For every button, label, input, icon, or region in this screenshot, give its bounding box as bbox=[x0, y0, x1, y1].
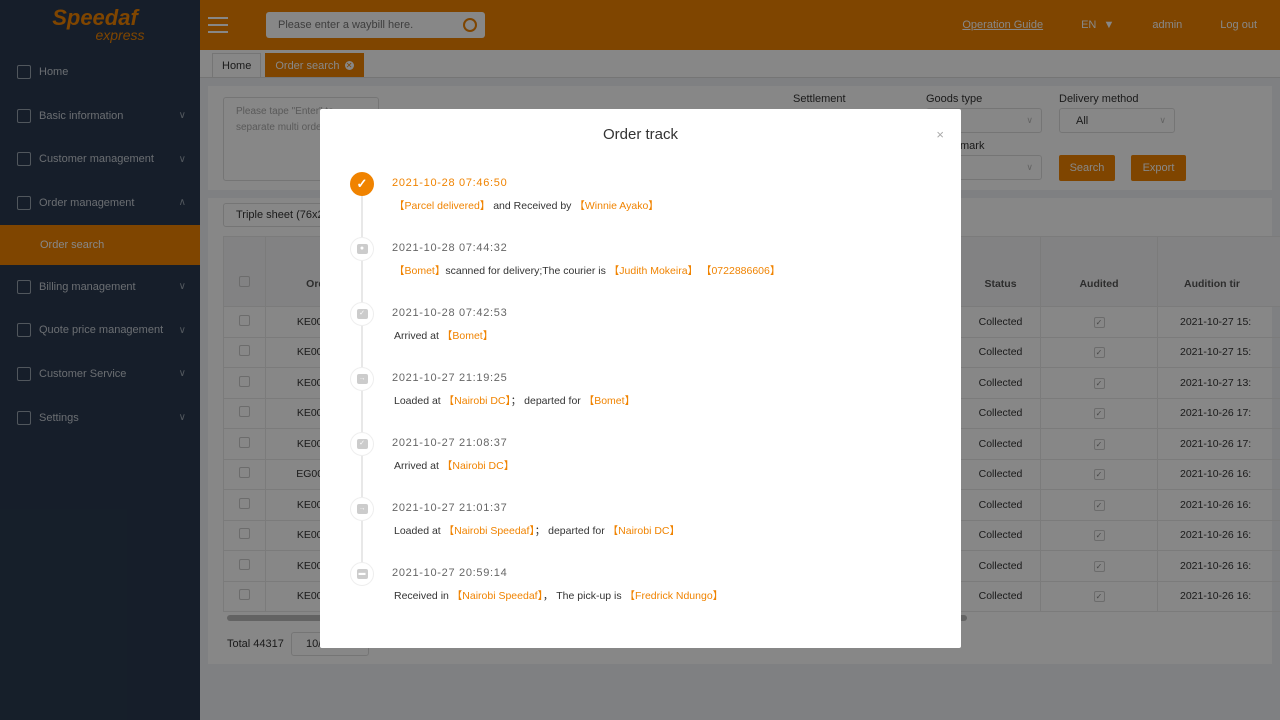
event-text: Received in bbox=[394, 590, 452, 602]
highlight-text: 【Parcel delivered】 bbox=[394, 200, 491, 212]
highlight-text: 【Nairobi DC】 bbox=[443, 395, 511, 407]
event-time: 2021-10-28 07:44:32 bbox=[392, 242, 508, 254]
check-icon: ✓ bbox=[350, 172, 374, 196]
event-time: 2021-10-27 21:19:25 bbox=[392, 372, 508, 384]
arrive-icon: ✓ bbox=[350, 302, 374, 326]
track-event: ▬ 2021-10-27 20:59:14 Received in 【Nairobi… bbox=[320, 562, 961, 627]
highlight-text: 【0722886606】 bbox=[700, 265, 781, 277]
highlight-text: 【Judith Mokeira】 bbox=[608, 265, 699, 277]
event-time: 2021-10-27 21:01:37 bbox=[392, 502, 508, 514]
truck-icon: ▬ bbox=[350, 562, 374, 586]
event-time: 2021-10-27 20:59:14 bbox=[392, 567, 508, 579]
event-description: 【Bomet】scanned for delivery;The courier … bbox=[394, 263, 780, 278]
track-event: → 2021-10-27 21:01:37 Loaded at 【Nairobi S… bbox=[320, 497, 961, 562]
event-text: Arrived at bbox=[394, 330, 442, 342]
event-time: 2021-10-28 07:46:50 bbox=[392, 177, 508, 189]
event-text: Loaded at bbox=[394, 395, 444, 407]
track-event: → 2021-10-27 21:19:25 Loaded at 【Nairobi D… bbox=[320, 367, 961, 432]
event-description: Loaded at 【Nairobi Speedaf】； departed fo… bbox=[394, 523, 680, 538]
track-event: ● 2021-10-28 07:44:32 【Bomet】scanned for d… bbox=[320, 237, 961, 302]
event-description: Received in 【Nairobi Speedaf】， The pick-… bbox=[394, 588, 723, 603]
event-text: ； departed for bbox=[510, 395, 584, 407]
event-time: 2021-10-27 21:08:37 bbox=[392, 437, 508, 449]
track-event: ✓ 2021-10-28 07:42:53 Arrived at 【Bomet】 bbox=[320, 302, 961, 367]
highlight-text: 【Nairobi Speedaf】 bbox=[443, 525, 535, 537]
close-icon[interactable]: × bbox=[936, 127, 944, 142]
highlight-text: 【Bomet】 bbox=[394, 265, 446, 277]
order-track-dialog: Order track × ✓ 2021-10-28 07:46:50 【Parce… bbox=[320, 109, 961, 648]
highlight-text: 【Nairobi DC】 bbox=[607, 525, 681, 537]
highlight-text: 【Winnie Ayako】 bbox=[574, 200, 659, 212]
depart-icon: → bbox=[350, 497, 374, 521]
highlight-text: 【Bomet】 bbox=[583, 395, 636, 407]
event-description: Arrived at 【Nairobi DC】 bbox=[394, 458, 514, 473]
event-text: ， The pick-up is bbox=[542, 590, 625, 602]
depart-icon: → bbox=[350, 367, 374, 391]
arrive-icon: ✓ bbox=[350, 432, 374, 456]
dialog-title: Order track bbox=[602, 126, 678, 143]
event-text: ； departed for bbox=[534, 525, 608, 537]
event-time: 2021-10-28 07:42:53 bbox=[392, 307, 508, 319]
event-text: and Received by bbox=[490, 200, 575, 212]
track-event: ✓ 2021-10-27 21:08:37 Arrived at 【Nairobi … bbox=[320, 432, 961, 497]
event-description: Loaded at 【Nairobi DC】； departed for 【Bo… bbox=[394, 393, 635, 408]
event-text: Arrived at bbox=[394, 460, 442, 472]
event-text: Loaded at bbox=[394, 525, 444, 537]
highlight-text: 【Bomet】 bbox=[441, 330, 494, 342]
event-text: scanned for delivery;The courier is bbox=[445, 265, 609, 277]
person-icon: ● bbox=[350, 237, 374, 261]
event-description: Arrived at 【Bomet】 bbox=[394, 328, 493, 343]
event-description: 【Parcel delivered】 and Received by 【Winn… bbox=[394, 198, 659, 213]
track-event: ✓ 2021-10-28 07:46:50 【Parcel delivered】 a… bbox=[320, 172, 961, 237]
highlight-text: 【Fredrick Ndungo】 bbox=[624, 590, 724, 602]
highlight-text: 【Nairobi Speedaf】 bbox=[451, 590, 543, 602]
highlight-text: 【Nairobi DC】 bbox=[441, 460, 515, 472]
